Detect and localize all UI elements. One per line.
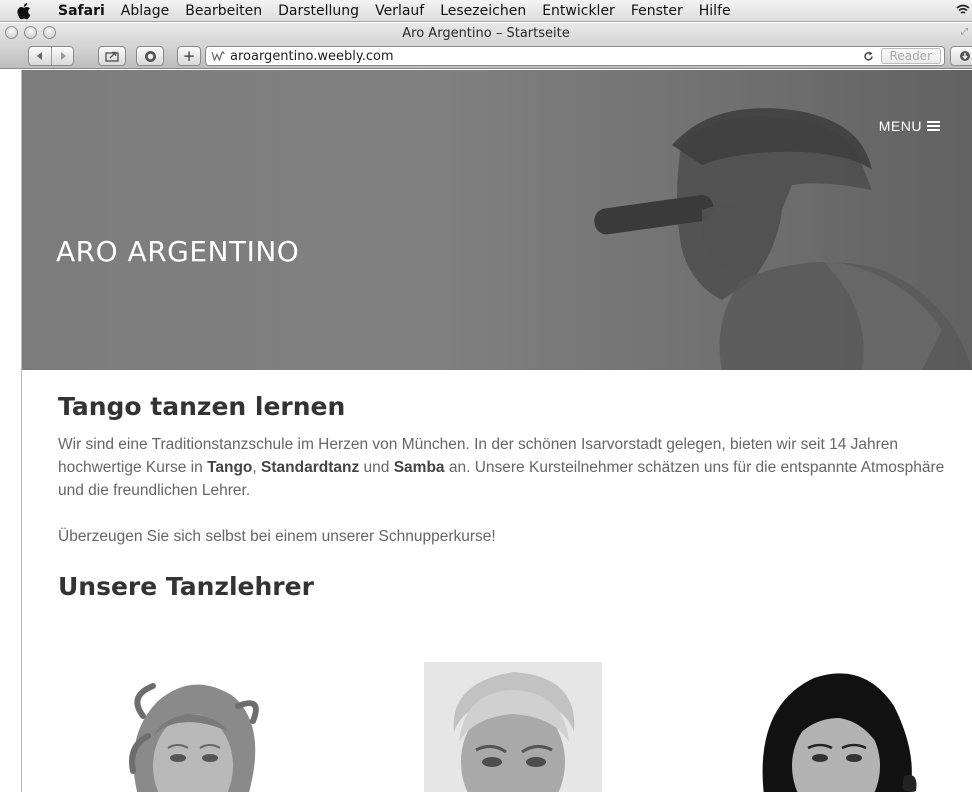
main-content: Tango tanzen lernen Wir sind eine Tradit…	[58, 392, 958, 601]
intro-paragraph: Wir sind eine Traditionstanzschule im He…	[58, 433, 958, 502]
back-arrow-icon	[37, 52, 42, 60]
back-forward-control	[28, 46, 74, 66]
menu-bearbeiten[interactable]: Bearbeiten	[177, 0, 270, 22]
window-titlebar: Aro Argentino – Startseite ⤢	[0, 23, 972, 43]
browser-toolbar: + aroargentino.weebly.com Reader	[0, 43, 972, 69]
teacher-photos	[22, 658, 972, 792]
page-heading: Tango tanzen lernen	[58, 392, 346, 421]
tango-bold: Tango	[207, 459, 253, 476]
reading-list-button[interactable]	[136, 46, 164, 66]
wifi-icon[interactable]	[956, 3, 970, 17]
share-icon	[105, 51, 119, 62]
zoom-window-button[interactable]	[43, 26, 56, 39]
intro-separator-1: ,	[252, 459, 262, 476]
minimize-window-button[interactable]	[24, 26, 37, 39]
forward-button[interactable]	[51, 47, 73, 65]
menu-label: MENU	[878, 118, 922, 134]
hamburger-icon	[927, 121, 940, 131]
downloads-button[interactable]	[950, 46, 972, 66]
trial-course-text: Überzeugen Sie sich selbst bei einem uns…	[58, 528, 496, 545]
url-text[interactable]: aroargentino.weebly.com	[228, 49, 860, 64]
teachers-heading: Unsere Tanzlehrer	[58, 572, 314, 601]
window-controls	[5, 26, 56, 39]
fullscreen-icon[interactable]: ⤢	[961, 27, 968, 37]
share-button[interactable]	[98, 46, 126, 66]
forward-arrow-icon	[60, 52, 66, 60]
new-tab-button[interactable]: +	[177, 46, 201, 66]
ghostery-icon	[144, 50, 156, 62]
menu-toggle-button[interactable]: MENU	[879, 118, 940, 134]
apple-icon	[17, 2, 31, 19]
add-label: +	[182, 47, 196, 65]
web-page-viewport[interactable]: MENU ARO ARGENTINO Tango tanzen lernen W…	[22, 70, 972, 792]
menu-fenster[interactable]: Fenster	[623, 0, 691, 22]
apple-menu[interactable]	[0, 0, 50, 22]
menu-hilfe[interactable]: Hilfe	[691, 0, 739, 22]
samba-bold: Samba	[393, 459, 445, 476]
weebly-icon	[208, 51, 228, 61]
close-window-button[interactable]	[5, 26, 18, 39]
menu-safari[interactable]: Safari	[50, 0, 113, 22]
teacher-photo-1[interactable]	[118, 676, 268, 792]
menu-verlauf[interactable]: Verlauf	[367, 0, 432, 22]
window-title: Aro Argentino – Startseite	[402, 25, 570, 41]
standardtanz-bold: Standardtanz	[261, 459, 360, 476]
site-title[interactable]: ARO ARGENTINO	[56, 235, 299, 268]
back-button[interactable]	[29, 47, 51, 65]
menu-entwickler[interactable]: Entwickler	[534, 0, 623, 22]
mac-menubar: Safari Ablage Bearbeiten Darstellung Ver…	[0, 0, 972, 22]
singer-silhouette-image	[22, 70, 972, 370]
teacher-photo-3[interactable]	[744, 666, 924, 792]
address-bar[interactable]: aroargentino.weebly.com Reader	[205, 46, 945, 66]
menu-darstellung[interactable]: Darstellung	[270, 0, 367, 22]
download-icon	[960, 51, 970, 61]
window-left-edge	[0, 70, 22, 792]
reader-button[interactable]: Reader	[880, 48, 941, 64]
intro-separator-2: und	[359, 459, 394, 476]
hero-banner: MENU ARO ARGENTINO	[22, 70, 972, 370]
teacher-photo-2[interactable]	[424, 662, 602, 792]
reload-icon[interactable]	[860, 51, 878, 62]
menu-lesezeichen[interactable]: Lesezeichen	[432, 0, 534, 22]
menu-ablage[interactable]: Ablage	[113, 0, 177, 22]
